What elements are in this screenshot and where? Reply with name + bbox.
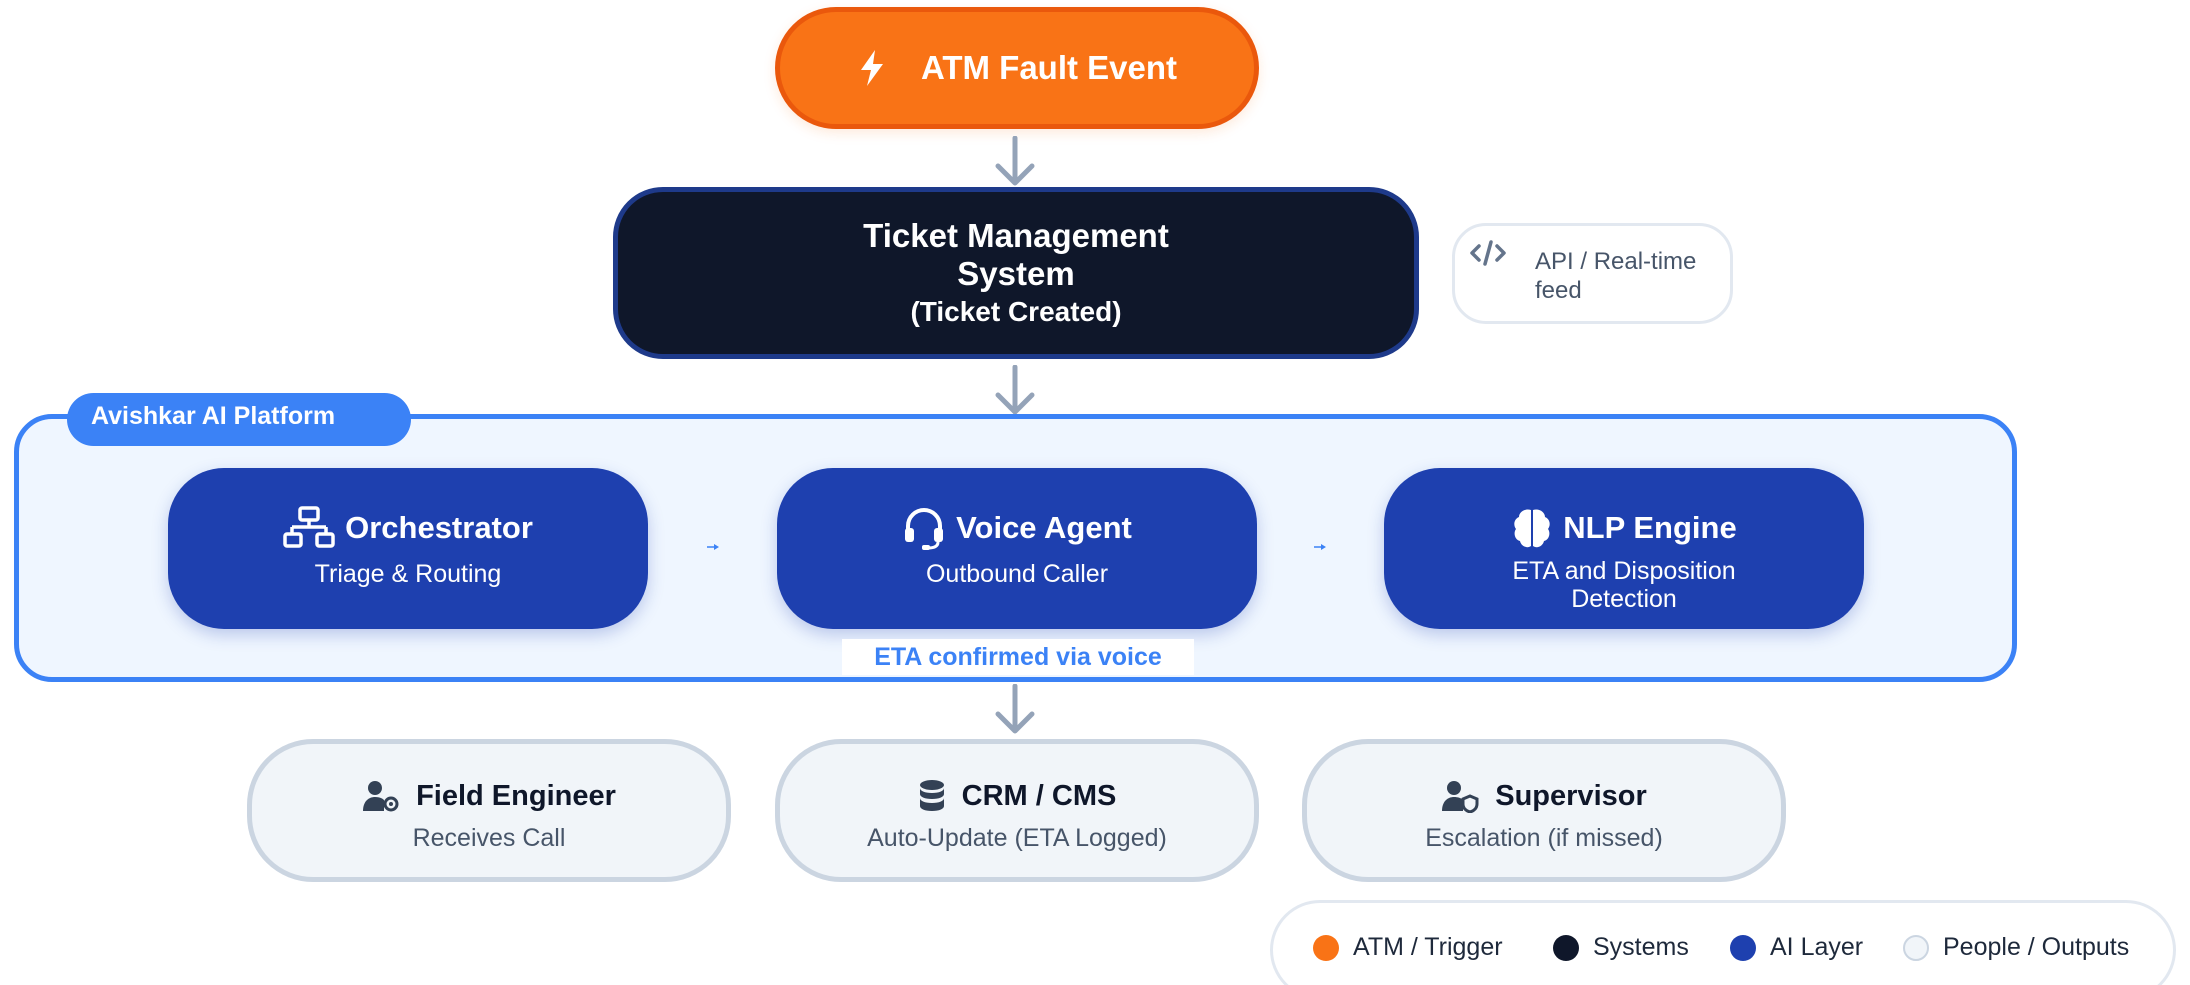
orchestrator-title: Orchestrator: [345, 510, 533, 545]
flow-arrow-down: [995, 136, 1035, 186]
supervisor-node: Supervisor Escalation (if missed): [1302, 739, 1786, 882]
ticket-system-status: (Ticket Created): [910, 296, 1122, 327]
field-engineer-node: Field Engineer Receives Call: [247, 739, 731, 882]
orchestrator-node: Orchestrator Triage & Routing: [168, 468, 648, 629]
crm-cms-node: CRM / CMS Auto-Update (ETA Logged): [775, 739, 1259, 882]
headset-icon: [905, 508, 944, 550]
ticket-system-title-line1: Ticket Management: [863, 217, 1169, 254]
orchestrator-subtitle: Triage & Routing: [314, 560, 502, 588]
legend-label: AI Layer: [1770, 933, 1864, 961]
ai-platform-tag: Avishkar AI Platform: [67, 393, 411, 446]
nlp-engine-title: NLP Engine: [1563, 510, 1737, 545]
crm-cms-subtitle: Auto-Update (ETA Logged): [867, 824, 1167, 852]
mini-flow-arrow: [1314, 544, 1326, 550]
user-gear-icon: [363, 781, 399, 812]
brain-icon: [1514, 509, 1550, 548]
database-icon: [919, 780, 944, 811]
atm-fault-event-label: ATM Fault Event: [920, 49, 1178, 86]
api-feed-note: API / Real-time feed: [1452, 223, 1733, 324]
legend-label: ATM / Trigger: [1353, 933, 1503, 961]
mini-flow-arrow: [707, 544, 719, 550]
lightning-bolt-icon: [860, 50, 883, 86]
legend-label: Systems: [1593, 933, 1689, 961]
nlp-engine-node: NLP Engine ETA and Disposition Detection: [1384, 468, 1864, 629]
eta-confirmed-label: ETA confirmed via voice: [842, 639, 1194, 675]
legend-label: People / Outputs: [1943, 933, 2130, 961]
supervisor-subtitle: Escalation (if missed): [1425, 824, 1663, 852]
legend-item-systems: Systems: [1553, 933, 1689, 962]
legend-swatch: [1553, 934, 1579, 961]
nlp-engine-subtitle: ETA and Disposition Detection: [1384, 557, 1864, 613]
field-engineer-title: Field Engineer: [416, 779, 616, 812]
supervisor-title: Supervisor: [1495, 779, 1647, 812]
network-icon: [283, 506, 335, 548]
flow-arrow-down: [995, 365, 1035, 415]
legend: ATM / Trigger Systems AI Layer People / …: [1270, 900, 2176, 985]
crm-cms-title: CRM / CMS: [961, 779, 1117, 812]
voice-agent-title: Voice Agent: [956, 510, 1132, 545]
legend-swatch: [1730, 934, 1756, 961]
api-feed-text: API / Real-time feed: [1535, 248, 1697, 304]
atm-fault-event-node: ATM Fault Event: [775, 7, 1259, 129]
ticket-system-title-line2: System: [957, 255, 1075, 292]
legend-swatch: [1903, 934, 1929, 961]
flow-arrow-down: [995, 684, 1035, 734]
legend-item-ai-layer: AI Layer: [1730, 933, 1863, 962]
user-shield-icon: [1442, 781, 1479, 813]
field-engineer-subtitle: Receives Call: [412, 824, 566, 852]
ticket-management-system-node: Ticket Management System (Ticket Created…: [613, 187, 1419, 359]
legend-item-people-outputs: People / Outputs: [1903, 933, 2129, 962]
nlp-engine-subtitle-line2: Detection: [1571, 585, 1677, 613]
voice-agent-node: Voice Agent Outbound Caller: [777, 468, 1257, 629]
legend-item-atm-trigger: ATM / Trigger: [1313, 933, 1503, 962]
voice-agent-subtitle: Outbound Caller: [925, 560, 1109, 588]
nlp-engine-subtitle-line1: ETA and Disposition: [1512, 557, 1736, 585]
code-icon: [1470, 240, 1506, 266]
legend-swatch: [1313, 934, 1339, 961]
